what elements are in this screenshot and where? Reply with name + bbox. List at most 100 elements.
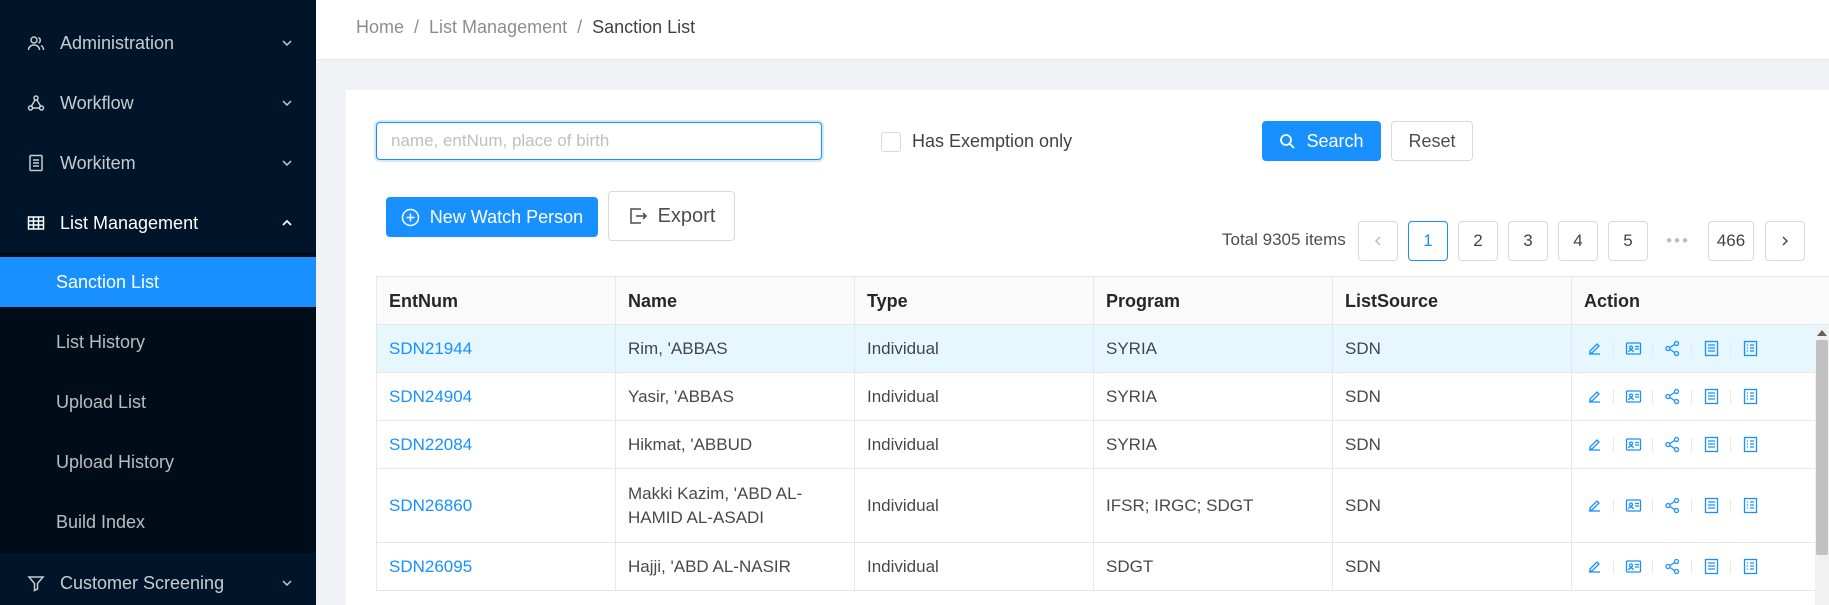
action-divider [1730,389,1731,404]
column-header-type[interactable]: Type [854,277,1093,325]
export-button[interactable]: Export [608,191,735,241]
sidebar-item-build-index[interactable]: Build Index [0,497,316,547]
pagination-prev-button[interactable] [1358,221,1398,261]
menu-customer-screening[interactable]: Customer Screening [0,553,316,605]
sidebar-item-sanction-list[interactable]: Sanction List [0,257,316,307]
table-row[interactable]: SDN21944 Rim, 'ABBAS Individual SYRIA SDN [376,325,1829,373]
cell-program: IFSR; IRGC; SDGT [1093,469,1332,542]
edit-icon[interactable] [1584,339,1604,359]
menu-administration[interactable]: Administration [0,13,316,73]
menu-label: Customer Screening [60,572,225,593]
scroll-up-arrow-icon[interactable] [1817,330,1827,336]
breadcrumb-home[interactable]: Home [356,17,404,38]
pagination-page-4[interactable]: 4 [1558,221,1598,261]
action-divider [1613,559,1614,574]
profile-icon[interactable] [1701,496,1721,516]
action-divider [1691,341,1692,356]
id-card-icon[interactable] [1623,387,1643,407]
table-row[interactable]: SDN22084 Hikmat, 'ABBUD Individual SYRIA SDN [376,421,1829,469]
new-watch-person-button[interactable]: New Watch Person [386,197,598,237]
pagination-ellipsis[interactable]: ••• [1658,221,1698,261]
menu-workitem[interactable]: Workitem [0,133,316,193]
table-row[interactable]: SDN26095 Hajji, 'ABD AL-NASIR Individual SD… [376,543,1829,591]
id-card-icon[interactable] [1623,435,1643,455]
cell-text: SDN [1345,386,1381,406]
action-divider [1691,437,1692,452]
profile-icon[interactable] [1701,557,1721,577]
action-divider [1613,389,1614,404]
menu-workflow[interactable]: Workflow [0,73,316,133]
cell-source: SDN [1332,373,1571,420]
share-icon[interactable] [1662,339,1682,359]
profile-icon[interactable] [1701,435,1721,455]
profile-icon[interactable] [1701,339,1721,359]
cell-name: Hajji, 'ABD AL-NASIR [615,543,854,590]
export-icon [629,208,647,224]
cell-entnum[interactable]: SDN22084 [376,421,615,468]
edit-icon[interactable] [1584,435,1604,455]
entnum-link[interactable]: SDN24904 [389,385,472,409]
share-icon[interactable] [1662,496,1682,516]
cell-source: SDN [1332,325,1571,372]
pagination-page-3[interactable]: 3 [1508,221,1548,261]
chevron-left-icon [1374,236,1381,246]
profile-icon[interactable] [1701,387,1721,407]
id-card-icon[interactable] [1623,557,1643,577]
table-row[interactable]: SDN24904 Yasir, 'ABBAS Individual SYRIA SDN [376,373,1829,421]
id-card-icon[interactable] [1623,496,1643,516]
scrollbar-thumb[interactable] [1816,340,1828,555]
has-exemption-checkbox[interactable]: Has Exemption only [881,131,1072,152]
has-exemption-label: Has Exemption only [912,131,1073,151]
edit-icon[interactable] [1584,496,1604,516]
entnum-link[interactable]: SDN22084 [389,433,472,457]
sidebar-item-upload-history[interactable]: Upload History [0,437,316,487]
cell-entnum[interactable]: SDN26095 [376,543,615,590]
share-icon[interactable] [1662,557,1682,577]
table-icon [26,213,46,233]
cell-text: Makki Kazim, 'ABD AL-HAMID AL-ASADI [628,483,803,527]
edit-icon[interactable] [1584,387,1604,407]
sidebar-item-upload-list[interactable]: Upload List [0,377,316,427]
pagination-page-5[interactable]: 5 [1608,221,1648,261]
pagination-page-2[interactable]: 2 [1458,221,1498,261]
cell-program: SDGT [1093,543,1332,590]
list-detail-icon[interactable] [1740,387,1760,407]
column-header-listsource[interactable]: ListSource [1332,277,1571,325]
list-detail-icon[interactable] [1740,496,1760,516]
column-header-action: Action [1571,277,1829,325]
menu-list-management[interactable]: List Management [0,193,316,253]
pagination-page-1[interactable]: 1 [1408,221,1448,261]
column-header-entnum[interactable]: EntNum [376,277,615,325]
action-divider [1613,498,1614,513]
cell-entnum[interactable]: SDN26860 [376,469,615,542]
table-row[interactable]: SDN26860 Makki Kazim, 'ABD AL-HAMID AL-AS… [376,469,1829,543]
entnum-link[interactable]: SDN21944 [389,337,472,361]
list-detail-icon[interactable] [1740,435,1760,455]
breadcrumb-separator: / [414,17,420,37]
column-header-program[interactable]: Program [1093,277,1332,325]
column-header-name[interactable]: Name [615,277,854,325]
share-icon[interactable] [1662,387,1682,407]
cell-entnum[interactable]: SDN24904 [376,373,615,420]
breadcrumb-list-management[interactable]: List Management [429,17,567,38]
entnum-link[interactable]: SDN26095 [389,555,472,579]
reset-button[interactable]: Reset [1391,121,1473,161]
edit-icon[interactable] [1584,557,1604,577]
checkbox-box[interactable] [881,131,901,152]
sidebar: Administration Workflow Workitem List Ma… [0,0,316,605]
share-icon[interactable] [1662,435,1682,455]
cell-type: Individual [854,325,1093,372]
entnum-link[interactable]: SDN26860 [389,494,472,518]
list-detail-icon[interactable] [1740,339,1760,359]
pagination-next-button[interactable] [1765,221,1805,261]
search-input[interactable] [376,122,822,160]
cell-name: Rim, 'ABBAS [615,325,854,372]
search-button[interactable]: Search [1262,121,1381,161]
cell-entnum[interactable]: SDN21944 [376,325,615,372]
cell-actions [1571,421,1829,468]
sidebar-item-list-history[interactable]: List History [0,317,316,367]
list-detail-icon[interactable] [1740,557,1760,577]
id-card-icon[interactable] [1623,339,1643,359]
pagination-page-last[interactable]: 466 [1708,221,1754,261]
cell-source: SDN [1332,469,1571,542]
